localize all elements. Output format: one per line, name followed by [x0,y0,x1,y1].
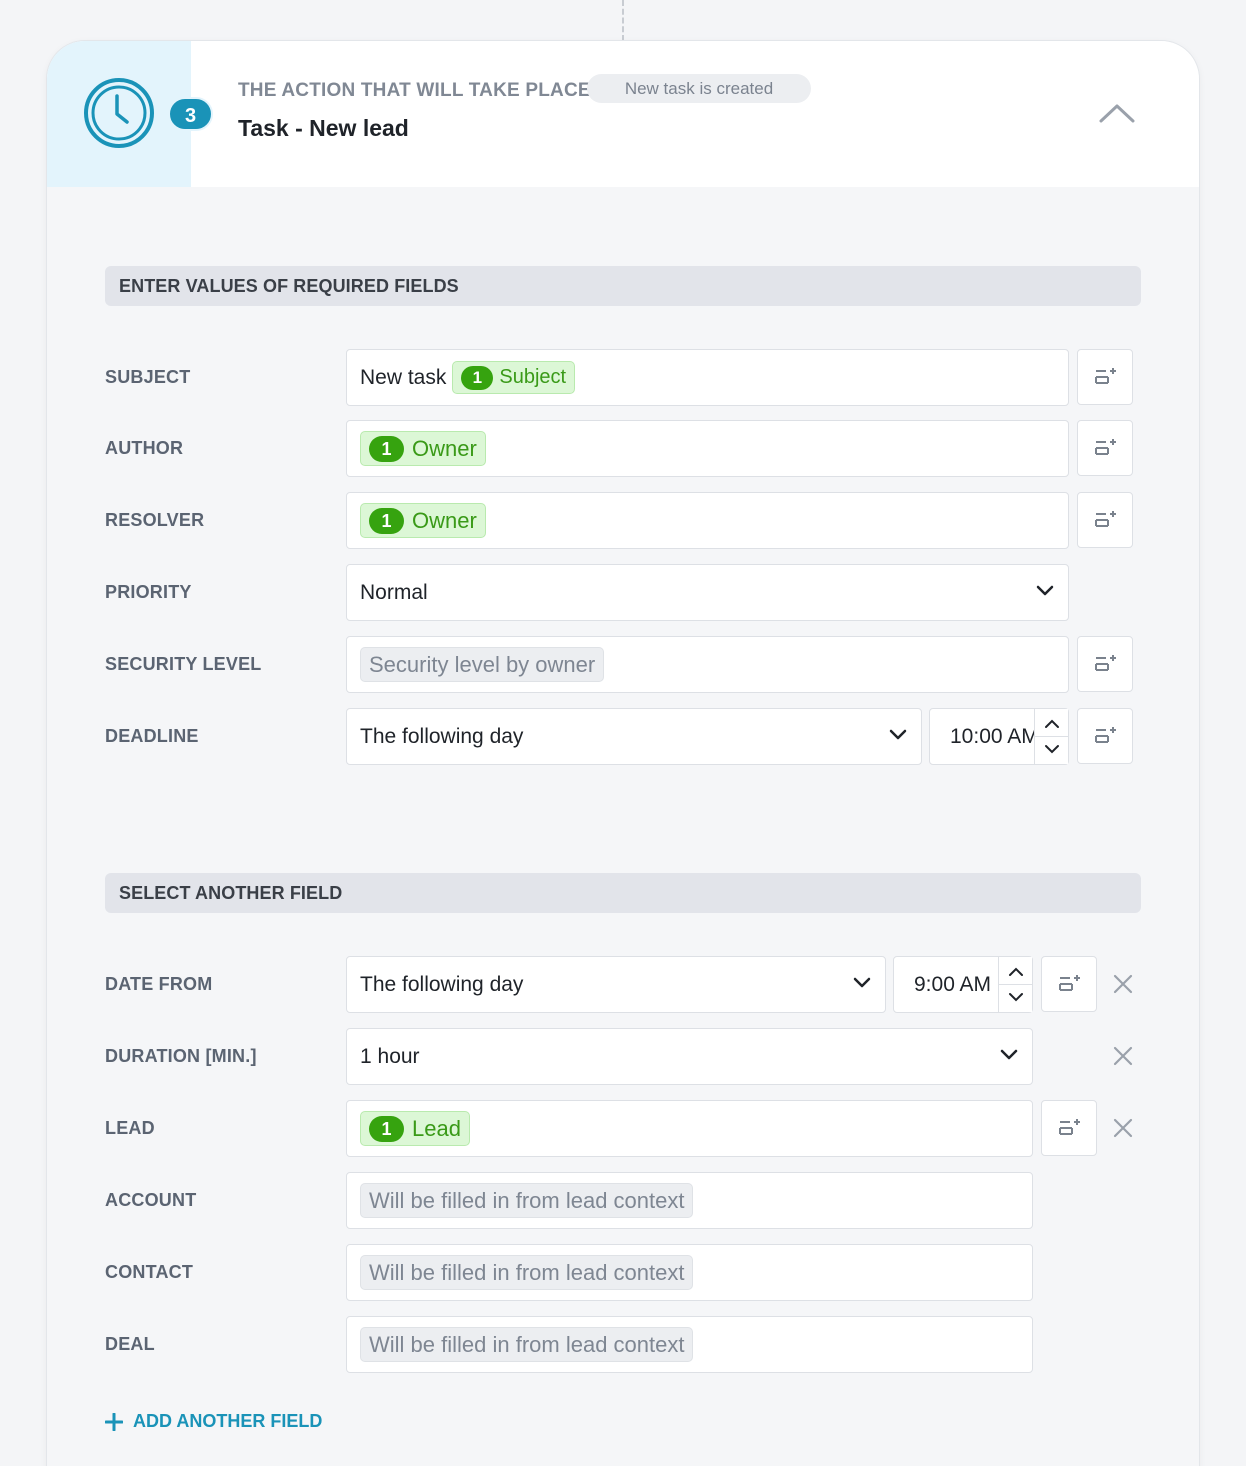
lead-token-chip[interactable]: 1 Lead [360,1111,470,1146]
insert-variable-icon [1095,368,1116,384]
deal-context-chip: Will be filled in from lead context [360,1327,694,1362]
chevron-down-icon [853,977,871,988]
chevron-down-icon [1000,1049,1018,1060]
flow-connector [622,0,624,41]
account-input[interactable]: Will be filled in from lead context [346,1172,1033,1229]
action-title: Task - New lead [238,115,409,141]
duration-select[interactable]: 1 hour [346,1028,1033,1085]
contact-label: CONTACT [105,1262,194,1282]
insert-variable-icon [1059,975,1080,991]
subject-token-chip[interactable]: 1 Subject [452,361,576,394]
insert-variable-button[interactable] [1041,956,1097,1012]
chip-label: Owner [412,435,477,461]
chevron-down-icon [1036,585,1054,596]
insert-variable-icon [1095,511,1116,527]
another-field-section-title: SELECT ANOTHER FIELD [105,873,1141,913]
date-from-time-input[interactable]: 9:00 AM [893,956,1033,1013]
collapse-chevron-up-icon[interactable] [1099,101,1135,125]
insert-variable-button[interactable] [1077,420,1133,476]
chevron-down-icon[interactable] [1044,744,1060,754]
lead-label: LEAD [105,1118,155,1138]
security-level-chip: Security level by owner [360,647,605,682]
add-another-field-button[interactable]: ADD ANOTHER FIELD [105,1411,322,1432]
action-card: 3 THE ACTION THAT WILL TAKE PLACE New ta… [47,41,1199,1466]
required-fields-section-title: ENTER VALUES OF REQUIRED FIELDS [105,266,1141,306]
deal-input[interactable]: Will be filled in from lead context [346,1316,1033,1373]
security-level-input[interactable]: Security level by owner [346,636,1069,693]
security-level-label: SECURITY LEVEL [105,654,262,674]
author-input[interactable]: 1 Owner [346,420,1069,477]
trigger-badge: New task is created [587,74,811,103]
remove-field-close-icon[interactable] [1111,1044,1135,1068]
insert-variable-button[interactable] [1077,349,1133,405]
date-from-time-value: 9:00 AM [914,973,992,996]
date-from-value: The following day [360,972,524,996]
chip-label: Lead [412,1115,461,1141]
date-from-select[interactable]: The following day [346,956,886,1013]
subject-label: SUBJECT [105,367,191,387]
insert-variable-icon [1059,1119,1080,1135]
deadline-select[interactable]: The following day [346,708,922,765]
chevron-down-icon[interactable] [1008,992,1024,1002]
time-spinner[interactable] [1034,709,1069,764]
chip-label: Owner [412,507,477,533]
contact-input[interactable]: Will be filled in from lead context [346,1244,1033,1301]
author-label: AUTHOR [105,438,184,458]
deadline-value: The following day [360,724,524,748]
insert-variable-button[interactable] [1077,708,1133,764]
date-from-label: DATE FROM [105,974,213,994]
remove-field-close-icon[interactable] [1111,972,1135,996]
account-label: ACCOUNT [105,1190,197,1210]
duration-label: DURATION [MIN.] [105,1046,257,1066]
insert-variable-button[interactable] [1041,1100,1097,1156]
chip-step-number: 1 [461,365,494,390]
account-context-chip: Will be filled in from lead context [360,1183,694,1218]
chevron-up-icon[interactable] [1044,719,1060,729]
resolver-label: RESOLVER [105,510,205,530]
priority-select[interactable]: Normal [346,564,1069,621]
subject-input[interactable]: New task 1 Subject [346,349,1069,406]
lead-input[interactable]: 1 Lead [346,1100,1033,1157]
insert-variable-icon [1095,655,1116,671]
duration-value: 1 hour [360,1044,420,1068]
clock-icon [84,78,154,148]
insert-variable-button[interactable] [1077,636,1133,692]
chip-step-number: 1 [369,435,404,462]
insert-variable-button[interactable] [1077,492,1133,548]
resolver-token-chip[interactable]: 1 Owner [360,503,486,538]
remove-field-close-icon[interactable] [1111,1116,1135,1140]
chip-step-number: 1 [369,507,404,534]
subject-text: New task [360,365,447,389]
chip-label: Subject [499,366,567,388]
chevron-down-icon [889,729,907,740]
card-header: 3 THE ACTION THAT WILL TAKE PLACE New ta… [47,41,1199,187]
chevron-up-icon[interactable] [1008,967,1024,977]
deadline-time-input[interactable]: 10:00 AM [929,708,1069,765]
insert-variable-icon [1095,439,1116,455]
resolver-input[interactable]: 1 Owner [346,492,1069,549]
contact-context-chip: Will be filled in from lead context [360,1255,694,1290]
chip-step-number: 1 [369,1115,404,1142]
step-number-badge: 3 [168,97,213,131]
deadline-time-value: 10:00 AM [950,725,1039,748]
deadline-label: DEADLINE [105,726,199,746]
action-label: THE ACTION THAT WILL TAKE PLACE [238,80,591,101]
add-another-field-label: ADD ANOTHER FIELD [133,1411,323,1431]
plus-icon [105,1412,123,1431]
priority-label: PRIORITY [105,582,192,602]
priority-value: Normal [360,580,428,604]
author-token-chip[interactable]: 1 Owner [360,431,486,466]
time-spinner[interactable] [998,957,1033,1012]
deal-label: DEAL [105,1334,155,1354]
insert-variable-icon [1095,727,1116,743]
